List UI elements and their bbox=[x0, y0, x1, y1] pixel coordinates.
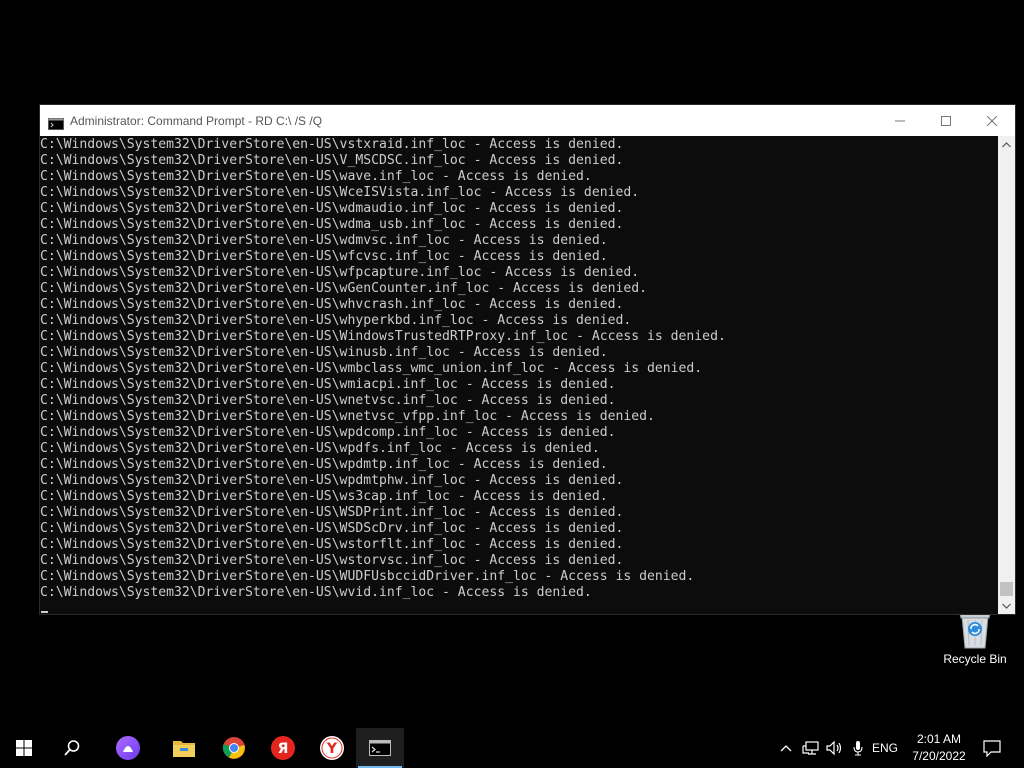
cmd-app-icon bbox=[48, 115, 64, 130]
window-controls bbox=[877, 105, 1015, 136]
taskbar: Я Y ENG 2:01 AM 7/20/2022 bbox=[0, 728, 1024, 768]
recycle-bin[interactable]: Recycle Bin bbox=[940, 610, 1010, 666]
console-line: C:\Windows\System32\DriverStore\en-US\wh… bbox=[40, 313, 632, 328]
console-line: C:\Windows\System32\DriverStore\en-US\wa… bbox=[40, 169, 592, 184]
console-line: C:\Windows\System32\DriverStore\en-US\ws… bbox=[40, 553, 624, 568]
console-line: C:\Windows\System32\DriverStore\en-US\wh… bbox=[40, 297, 624, 312]
taskbar-chrome[interactable] bbox=[210, 728, 258, 768]
title-bar[interactable]: Administrator: Command Prompt - RD C:\ /… bbox=[40, 105, 1015, 136]
close-button[interactable] bbox=[969, 105, 1015, 136]
start-button[interactable] bbox=[0, 728, 48, 768]
console-line: C:\Windows\System32\DriverStore\en-US\wG… bbox=[40, 281, 647, 296]
console-line: C:\Windows\System32\DriverStore\en-US\wd… bbox=[40, 217, 624, 232]
chevron-up-icon bbox=[780, 745, 792, 752]
console-line: C:\Windows\System32\DriverStore\en-US\V_… bbox=[40, 153, 624, 168]
microphone-icon bbox=[853, 741, 863, 756]
taskbar-alice-assistant[interactable] bbox=[104, 728, 152, 768]
yandex-letter: Y bbox=[326, 741, 338, 757]
taskbar-command-prompt[interactable] bbox=[356, 728, 404, 768]
yandex-browser-letter: Я bbox=[278, 741, 289, 757]
recycle-bin-icon bbox=[956, 610, 994, 650]
console-line: C:\Windows\System32\DriverStore\en-US\wm… bbox=[40, 377, 616, 392]
scrollbar-thumb[interactable] bbox=[1000, 582, 1013, 596]
console-line: C:\Windows\System32\DriverStore\en-US\vs… bbox=[40, 137, 624, 152]
recycle-bin-label: Recycle Bin bbox=[943, 652, 1007, 666]
search-button[interactable] bbox=[48, 728, 96, 768]
input-language-indicator[interactable]: ENG bbox=[872, 728, 898, 768]
microphone-tray-button[interactable] bbox=[851, 728, 865, 768]
desktop: Recycle Bin Administrator: Command Promp… bbox=[0, 0, 1024, 728]
clock-date: 7/20/2022 bbox=[912, 749, 966, 763]
windows-logo-icon bbox=[16, 740, 32, 756]
console-line: C:\Windows\System32\DriverStore\en-US\wn… bbox=[40, 409, 655, 424]
search-icon bbox=[64, 740, 80, 756]
chevron-up-icon bbox=[1002, 141, 1011, 147]
console-line: C:\Windows\System32\DriverStore\en-US\Wc… bbox=[40, 185, 640, 200]
console-line: C:\Windows\System32\DriverStore\en-US\wp… bbox=[40, 425, 616, 440]
console-line: C:\Windows\System32\DriverStore\en-US\wi… bbox=[40, 345, 608, 360]
show-hidden-icons-button[interactable] bbox=[778, 728, 794, 768]
console-line: C:\Windows\System32\DriverStore\en-US\wp… bbox=[40, 457, 608, 472]
console-line: C:\Windows\System32\DriverStore\en-US\wp… bbox=[40, 473, 624, 488]
action-center-button[interactable] bbox=[980, 728, 1004, 768]
console-line: C:\Windows\System32\DriverStore\en-US\WU… bbox=[40, 569, 695, 584]
command-prompt-window[interactable]: Administrator: Command Prompt - RD C:\ /… bbox=[39, 104, 1016, 615]
console-line: C:\Windows\System32\DriverStore\en-US\ws… bbox=[40, 489, 608, 504]
vertical-scrollbar[interactable] bbox=[998, 136, 1015, 614]
taskbar-clock[interactable]: 2:01 AM 7/20/2022 bbox=[906, 731, 972, 765]
scroll-down-button[interactable] bbox=[998, 597, 1015, 614]
console-line: C:\Windows\System32\DriverStore\en-US\wm… bbox=[40, 361, 703, 376]
yandex-browser-icon: Я bbox=[271, 736, 295, 760]
scroll-up-button[interactable] bbox=[998, 136, 1015, 153]
window-title: Administrator: Command Prompt - RD C:\ /… bbox=[70, 113, 323, 128]
yandex-icon: Y bbox=[320, 736, 344, 760]
console-line: C:\Windows\System32\DriverStore\en-US\wn… bbox=[40, 393, 616, 408]
network-icon bbox=[802, 741, 819, 755]
taskbar-yandex[interactable]: Y bbox=[308, 728, 356, 768]
console-line: C:\Windows\System32\DriverStore\en-US\wd… bbox=[40, 201, 624, 216]
taskbar-file-explorer[interactable] bbox=[160, 728, 208, 768]
console-line: C:\Windows\System32\DriverStore\en-US\wd… bbox=[40, 233, 608, 248]
speaker-icon bbox=[826, 740, 842, 756]
taskbar-yandex-browser[interactable]: Я bbox=[259, 728, 307, 768]
minimize-icon bbox=[895, 120, 905, 121]
console-line: C:\Windows\System32\DriverStore\en-US\Wi… bbox=[40, 329, 726, 344]
network-tray-button[interactable] bbox=[801, 728, 821, 768]
clock-time: 2:01 AM bbox=[916, 732, 962, 746]
volume-tray-button[interactable] bbox=[825, 728, 845, 768]
alice-assistant-icon bbox=[116, 736, 140, 760]
notification-icon bbox=[983, 740, 1001, 757]
chevron-down-icon bbox=[1002, 603, 1011, 609]
text-cursor bbox=[41, 611, 48, 613]
console-output[interactable]: C:\Windows\System32\DriverStore\en-US\vs… bbox=[40, 136, 1000, 614]
minimize-button[interactable] bbox=[877, 105, 923, 136]
console-line: C:\Windows\System32\DriverStore\en-US\wv… bbox=[40, 585, 592, 600]
chrome-icon bbox=[222, 737, 245, 759]
console-line: C:\Windows\System32\DriverStore\en-US\WS… bbox=[40, 505, 624, 520]
maximize-button[interactable] bbox=[923, 105, 969, 136]
close-icon bbox=[987, 115, 997, 126]
folder-icon bbox=[173, 741, 195, 757]
console-line: C:\Windows\System32\DriverStore\en-US\wf… bbox=[40, 265, 640, 280]
console-line: C:\Windows\System32\DriverStore\en-US\WS… bbox=[40, 521, 624, 536]
console-line: C:\Windows\System32\DriverStore\en-US\wf… bbox=[40, 249, 608, 264]
maximize-icon bbox=[941, 115, 951, 126]
console-line: C:\Windows\System32\DriverStore\en-US\wp… bbox=[40, 441, 600, 456]
console-line: C:\Windows\System32\DriverStore\en-US\ws… bbox=[40, 537, 624, 552]
command-prompt-icon bbox=[369, 740, 391, 756]
